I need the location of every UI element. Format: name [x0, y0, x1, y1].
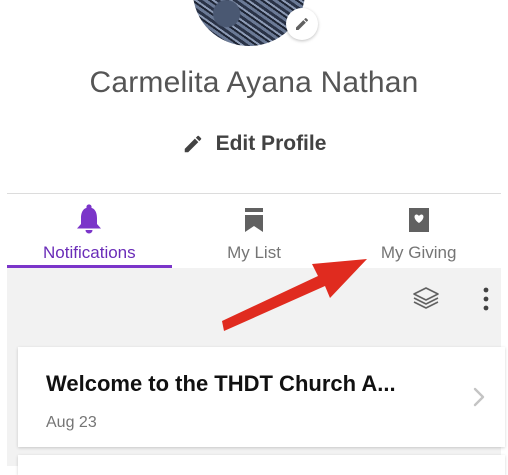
heart-tag-icon — [408, 208, 429, 232]
pencil-icon — [296, 17, 309, 30]
tab-my-list[interactable]: My List — [172, 194, 337, 268]
layers-button[interactable] — [411, 284, 441, 314]
edit-profile-button[interactable]: Edit Profile — [0, 132, 508, 156]
more-options-button[interactable] — [474, 284, 498, 314]
tab-bar: Notifications My List My Giving — [7, 194, 501, 268]
notification-date: Aug 23 — [46, 414, 97, 431]
avatar-edit-button[interactable] — [286, 8, 318, 40]
bookmark-icon — [245, 208, 263, 232]
more-vertical-icon — [483, 287, 489, 311]
tab-label: My Giving — [380, 243, 457, 262]
notification-card[interactable] — [18, 455, 505, 475]
tab-label: Notifications — [43, 243, 136, 262]
notification-card[interactable]: Welcome to the THDT Church A... Aug 23 — [18, 347, 505, 447]
bell-icon — [77, 204, 102, 234]
pencil-icon — [184, 135, 201, 153]
tab-my-giving[interactable]: My Giving — [336, 194, 501, 268]
edit-profile-label: Edit Profile — [215, 132, 327, 155]
profile-name: Carmelita Ayana Nathan — [89, 66, 419, 99]
notification-title: Welcome to the THDT Church A... — [46, 371, 396, 396]
chevron-right-icon — [473, 387, 485, 407]
tab-label: My List — [227, 243, 281, 262]
layers-icon — [413, 287, 439, 309]
tab-notifications[interactable]: Notifications — [7, 194, 172, 268]
